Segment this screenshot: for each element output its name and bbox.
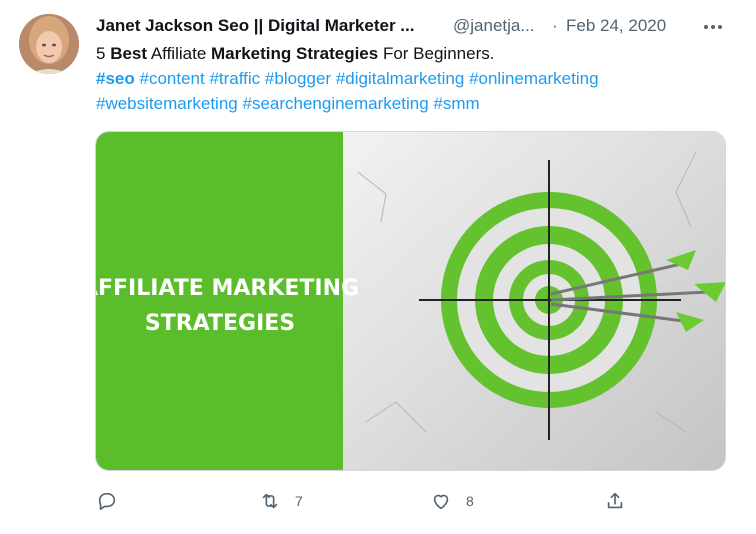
- hashtag-smm[interactable]: #smm: [433, 94, 479, 113]
- tweet-text: 5 Best Affiliate Marketing Strategies Fo…: [96, 41, 736, 116]
- more-options-icon[interactable]: [702, 16, 724, 38]
- reply-icon: [98, 492, 116, 511]
- tweet-header: Janet Jackson Seo || Digital Marketer ..…: [96, 14, 736, 38]
- reply-button[interactable]: [96, 486, 118, 516]
- like-button[interactable]: 8: [430, 486, 474, 516]
- retweet-button[interactable]: 7: [259, 486, 303, 516]
- hashtag-digitalmarketing[interactable]: #digitalmarketing: [336, 69, 465, 88]
- hashtag-onlinemarketing[interactable]: #onlinemarketing: [469, 69, 598, 88]
- tweet-card[interactable]: Janet Jackson Seo || Digital Marketer ..…: [0, 0, 756, 534]
- tweet-image[interactable]: AFFILIATE MARKETING STRATEGIES: [95, 131, 726, 471]
- like-count: 8: [466, 493, 474, 509]
- text-mid: Affiliate: [147, 44, 211, 63]
- hashtag-traffic[interactable]: #traffic: [209, 69, 260, 88]
- separator-dot: ·: [552, 16, 558, 35]
- retweet-icon: [262, 493, 278, 509]
- avatar[interactable]: [19, 14, 79, 74]
- tweet-actions: 7 8: [96, 486, 636, 516]
- text-suffix: For Beginners.: [378, 44, 495, 63]
- display-name[interactable]: Janet Jackson Seo || Digital Marketer ..…: [96, 14, 414, 38]
- hashtag-content[interactable]: #content: [139, 69, 204, 88]
- text-bold-marketing-strategies: Marketing Strategies: [211, 44, 379, 63]
- image-title-line-1: AFFILIATE MARKETING: [96, 276, 359, 301]
- hashtag-seo[interactable]: #seo: [96, 69, 135, 88]
- text-bold-best: Best: [110, 44, 148, 63]
- hashtag-line-2: #websitemarketing #searchenginemarketing…: [96, 91, 736, 116]
- retweet-count: 7: [295, 493, 303, 509]
- hashtag-line-1: #seo #content #traffic #blogger #digital…: [96, 66, 736, 91]
- hashtag-blogger[interactable]: #blogger: [265, 69, 331, 88]
- tweet-date[interactable]: Feb 24, 2020: [566, 14, 666, 38]
- share-button[interactable]: [604, 486, 626, 516]
- user-handle[interactable]: @janetja...: [453, 14, 535, 38]
- tweet-text-line: 5 Best Affiliate Marketing Strategies Fo…: [96, 41, 736, 66]
- hashtag-websitemarketing[interactable]: #websitemarketing: [96, 94, 238, 113]
- share-icon: [607, 492, 623, 509]
- image-title-line-2: STRATEGIES: [145, 311, 295, 336]
- heart-icon: [433, 494, 449, 510]
- text-prefix: 5: [96, 44, 111, 63]
- hashtag-searchenginemarketing[interactable]: #searchenginemarketing: [242, 94, 428, 113]
